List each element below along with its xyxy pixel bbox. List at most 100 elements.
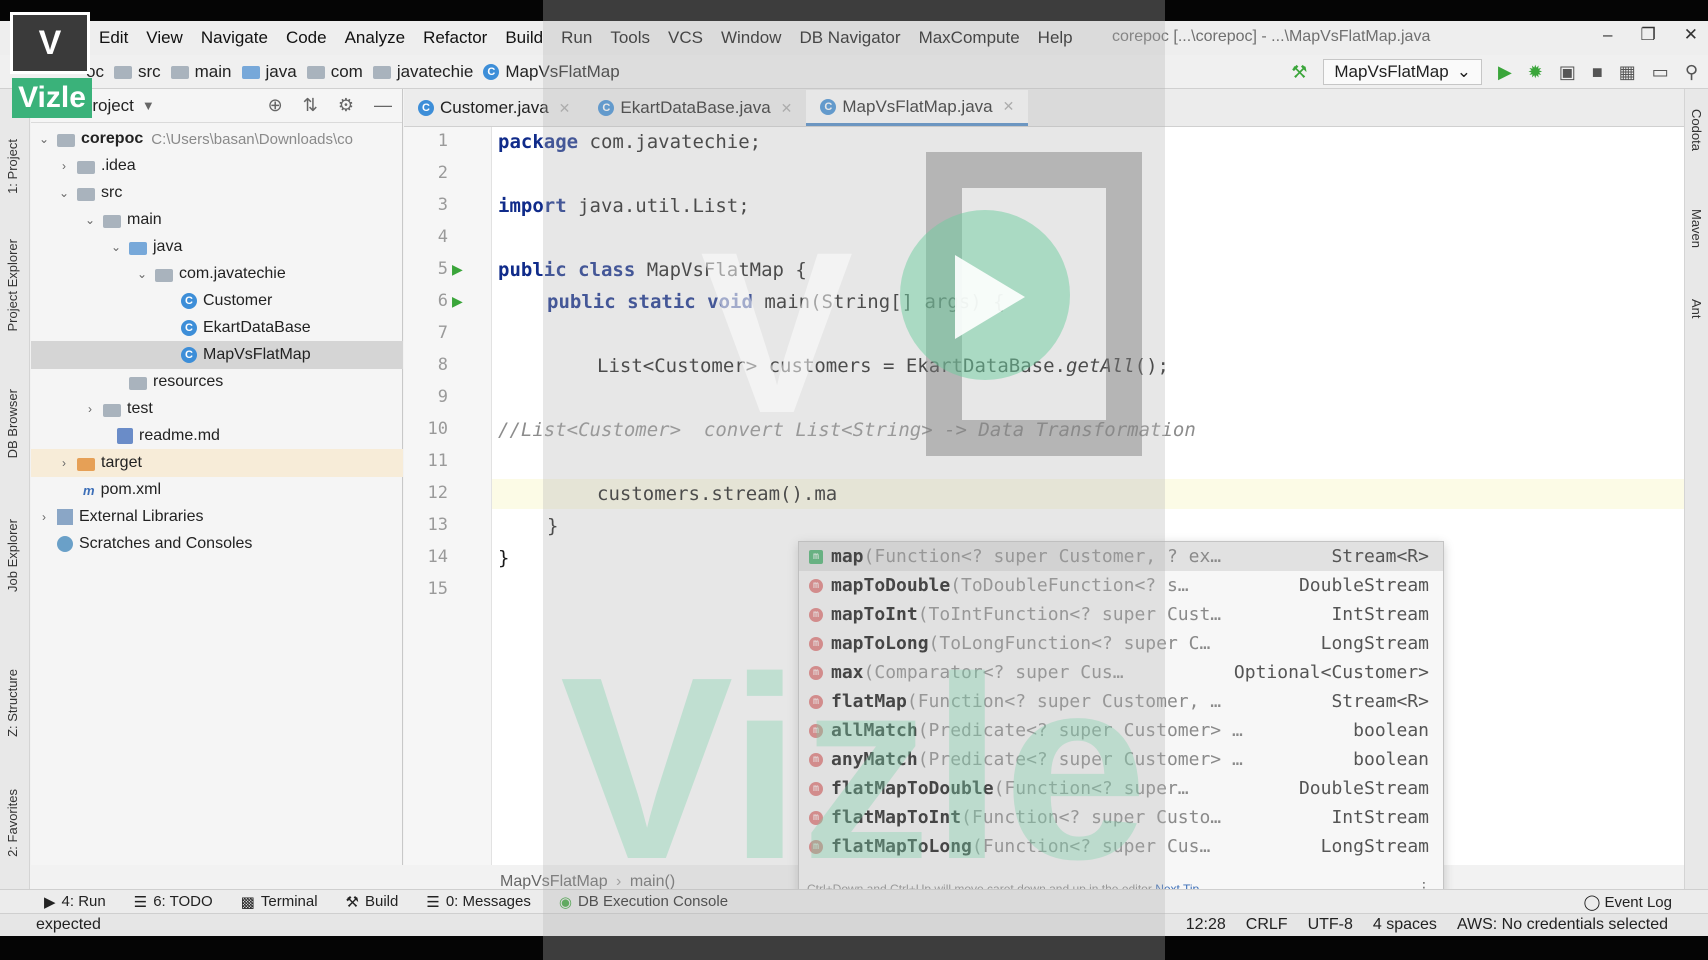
tool-tab-codota[interactable]: Codota — [1689, 109, 1704, 151]
tree-item-idea[interactable]: › .idea — [31, 152, 403, 180]
minimize-icon[interactable]: – — [1603, 25, 1612, 45]
tool-button-db-execution-console[interactable]: ◉ DB Execution Console — [559, 893, 728, 911]
tab-customer-java[interactable]: C Customer.java ✕ — [404, 90, 584, 126]
close-icon[interactable]: ✕ — [559, 100, 571, 117]
tree-item-java[interactable]: ⌄ java — [31, 233, 403, 261]
caret-position[interactable]: 12:28 — [1186, 916, 1226, 934]
tool-tab-job-explorer[interactable]: Job Explorer — [5, 519, 20, 592]
indent-setting[interactable]: 4 spaces — [1373, 916, 1437, 934]
completion-item[interactable]: m flatMapToInt (Function<? super Custo… … — [799, 803, 1443, 832]
folder-icon — [170, 66, 189, 79]
tab-mapvsflatmap-java[interactable]: C MapVsFlatMap.java ✕ — [806, 90, 1029, 126]
completion-item[interactable]: m mapToDouble (ToDoubleFunction<? s… Dou… — [799, 571, 1443, 600]
brand-logo-mark: V — [10, 12, 90, 74]
tree-item-pom[interactable]: m pom.xml — [31, 476, 403, 504]
hide-icon[interactable]: — — [374, 95, 392, 116]
tree-item-src[interactable]: ⌄ src — [31, 179, 403, 207]
tree-item-target[interactable]: › target — [31, 449, 403, 477]
completion-item[interactable]: m allMatch (Predicate<? super Customer> … — [799, 716, 1443, 745]
tree-item-package[interactable]: ⌄ com.javatechie — [31, 260, 403, 288]
restore-icon[interactable]: ❐ — [1641, 25, 1656, 45]
tool-tab-ant[interactable]: Ant — [1689, 299, 1704, 319]
completion-item[interactable]: m mapToInt (ToIntFunction<? super Cust… … — [799, 600, 1443, 629]
menu-vcs[interactable]: VCS — [659, 28, 712, 48]
locate-icon[interactable]: ⊕ — [268, 95, 283, 116]
menu-help[interactable]: Help — [1029, 28, 1082, 48]
tree-item-mapvsflatmap[interactable]: C MapVsFlatMap — [31, 341, 403, 369]
menu-window[interactable]: Window — [712, 28, 790, 48]
debug-icon[interactable]: ✹ — [1528, 62, 1543, 83]
menu-db-navigator[interactable]: DB Navigator — [790, 28, 909, 48]
run-config-select[interactable]: MapVsFlatMap ⌄ — [1323, 59, 1482, 85]
completion-item[interactable]: m max (Comparator<? super Cus… Optional<… — [799, 658, 1443, 687]
tree-item-scratches[interactable]: Scratches and Consoles — [31, 530, 403, 558]
completion-item[interactable]: m anyMatch (Predicate<? super Customer> … — [799, 745, 1443, 774]
project-structure-icon[interactable]: ▦ — [1619, 62, 1636, 83]
line-separator[interactable]: CRLF — [1246, 916, 1288, 934]
menu-edit[interactable]: Edit — [90, 28, 137, 48]
close-icon[interactable]: ✕ — [781, 100, 793, 117]
menu-maxcompute[interactable]: MaxCompute — [910, 28, 1029, 48]
completion-item[interactable]: m flatMap (Function<? super Customer, … … — [799, 687, 1443, 716]
menu-navigate[interactable]: Navigate — [192, 28, 277, 48]
tab-ekartdatabase-java[interactable]: C EkartDataBase.java ✕ — [584, 90, 806, 126]
nav-crumb-src[interactable]: src — [113, 62, 161, 82]
tree-item-test[interactable]: › test — [31, 395, 403, 423]
hammer-icon: ⚒ — [345, 893, 359, 911]
tool-button-run[interactable]: ▶ 4: Run — [44, 893, 106, 911]
tool-button-build[interactable]: ⚒ Build — [346, 893, 399, 911]
method-icon: m — [809, 839, 823, 854]
line-number: 3 — [437, 195, 448, 215]
tree-item-resources[interactable]: resources — [31, 368, 403, 396]
breadcrumb-method[interactable]: main() — [630, 873, 675, 890]
breadcrumb-class[interactable]: MapVsFlatMap — [500, 873, 608, 890]
completion-item[interactable]: m map (Function<? super Customer, ? ex… … — [799, 542, 1443, 571]
tool-tab-project[interactable]: 1: Project — [5, 139, 20, 194]
tool-tab-favorites[interactable]: 2: Favorites — [5, 789, 20, 857]
close-icon[interactable]: ✕ — [1003, 98, 1015, 115]
tree-item-customer[interactable]: C Customer — [31, 287, 403, 315]
search-icon[interactable]: ⚲ — [1685, 62, 1698, 83]
coverage-icon[interactable]: ▣ — [1559, 62, 1576, 83]
tree-item-root[interactable]: ⌄ corepoc C:\Users\basan\Downloads\co — [31, 125, 403, 153]
nav-crumb-class[interactable]: C MapVsFlatMap — [483, 62, 620, 82]
menu-view[interactable]: View — [137, 28, 192, 48]
tool-tab-db-browser[interactable]: DB Browser — [5, 389, 20, 458]
completion-item[interactable]: m flatMapToLong (Function<? super Cus… L… — [799, 832, 1443, 861]
tool-tab-project-explorer[interactable]: Project Explorer — [5, 239, 20, 331]
gear-icon[interactable]: ⚙ — [338, 95, 354, 116]
tree-item-readme[interactable]: readme.md — [31, 422, 403, 450]
tool-button-messages[interactable]: ☰ 0: Messages — [426, 893, 531, 911]
menu-build[interactable]: Build — [496, 28, 552, 48]
tool-button-todo[interactable]: ☰ 6: TODO — [134, 893, 213, 911]
tree-item-external-libraries[interactable]: › External Libraries — [31, 503, 403, 531]
layout-icon[interactable]: ▭ — [1652, 62, 1669, 83]
tree-item-ekartdatabase[interactable]: C EkartDataBase — [31, 314, 403, 342]
tool-button-terminal[interactable]: ▩ Terminal — [241, 893, 318, 911]
nav-crumb-com[interactable]: com — [306, 62, 363, 82]
stop-icon[interactable]: ■ — [1592, 62, 1603, 83]
nav-crumb-java[interactable]: java — [241, 62, 297, 82]
menu-refactor[interactable]: Refactor — [414, 28, 496, 48]
tool-tab-maven[interactable]: Maven — [1689, 209, 1704, 248]
completion-item[interactable]: m flatMapToDouble (Function<? super… Dou… — [799, 774, 1443, 803]
run-gutter-icon[interactable]: ▶ — [452, 293, 463, 310]
menu-analyze[interactable]: Analyze — [336, 28, 414, 48]
tool-tab-structure[interactable]: Z: Structure — [5, 669, 20, 737]
nav-crumb-javatechie[interactable]: javatechie — [372, 62, 473, 82]
event-log-button[interactable]: ◯ Event Log — [1583, 893, 1672, 911]
nav-crumb-main[interactable]: main — [170, 62, 232, 82]
tree-item-main[interactable]: ⌄ main — [31, 206, 403, 234]
aws-credentials[interactable]: AWS: No credentials selected — [1457, 916, 1668, 934]
close-icon[interactable]: ✕ — [1684, 25, 1698, 45]
collapse-all-icon[interactable]: ⇅ — [303, 95, 318, 116]
menu-tools[interactable]: Tools — [601, 28, 659, 48]
run-icon[interactable]: ▶ — [1498, 62, 1512, 83]
run-gutter-icon[interactable]: ▶ — [452, 261, 463, 278]
maven-file-icon: m — [83, 482, 95, 498]
menu-run[interactable]: Run — [552, 28, 601, 48]
file-encoding[interactable]: UTF-8 — [1308, 916, 1353, 934]
menu-code[interactable]: Code — [277, 28, 336, 48]
completion-item[interactable]: m mapToLong (ToLongFunction<? super C… L… — [799, 629, 1443, 658]
build-hammer-icon[interactable]: ⚒ — [1291, 62, 1307, 83]
